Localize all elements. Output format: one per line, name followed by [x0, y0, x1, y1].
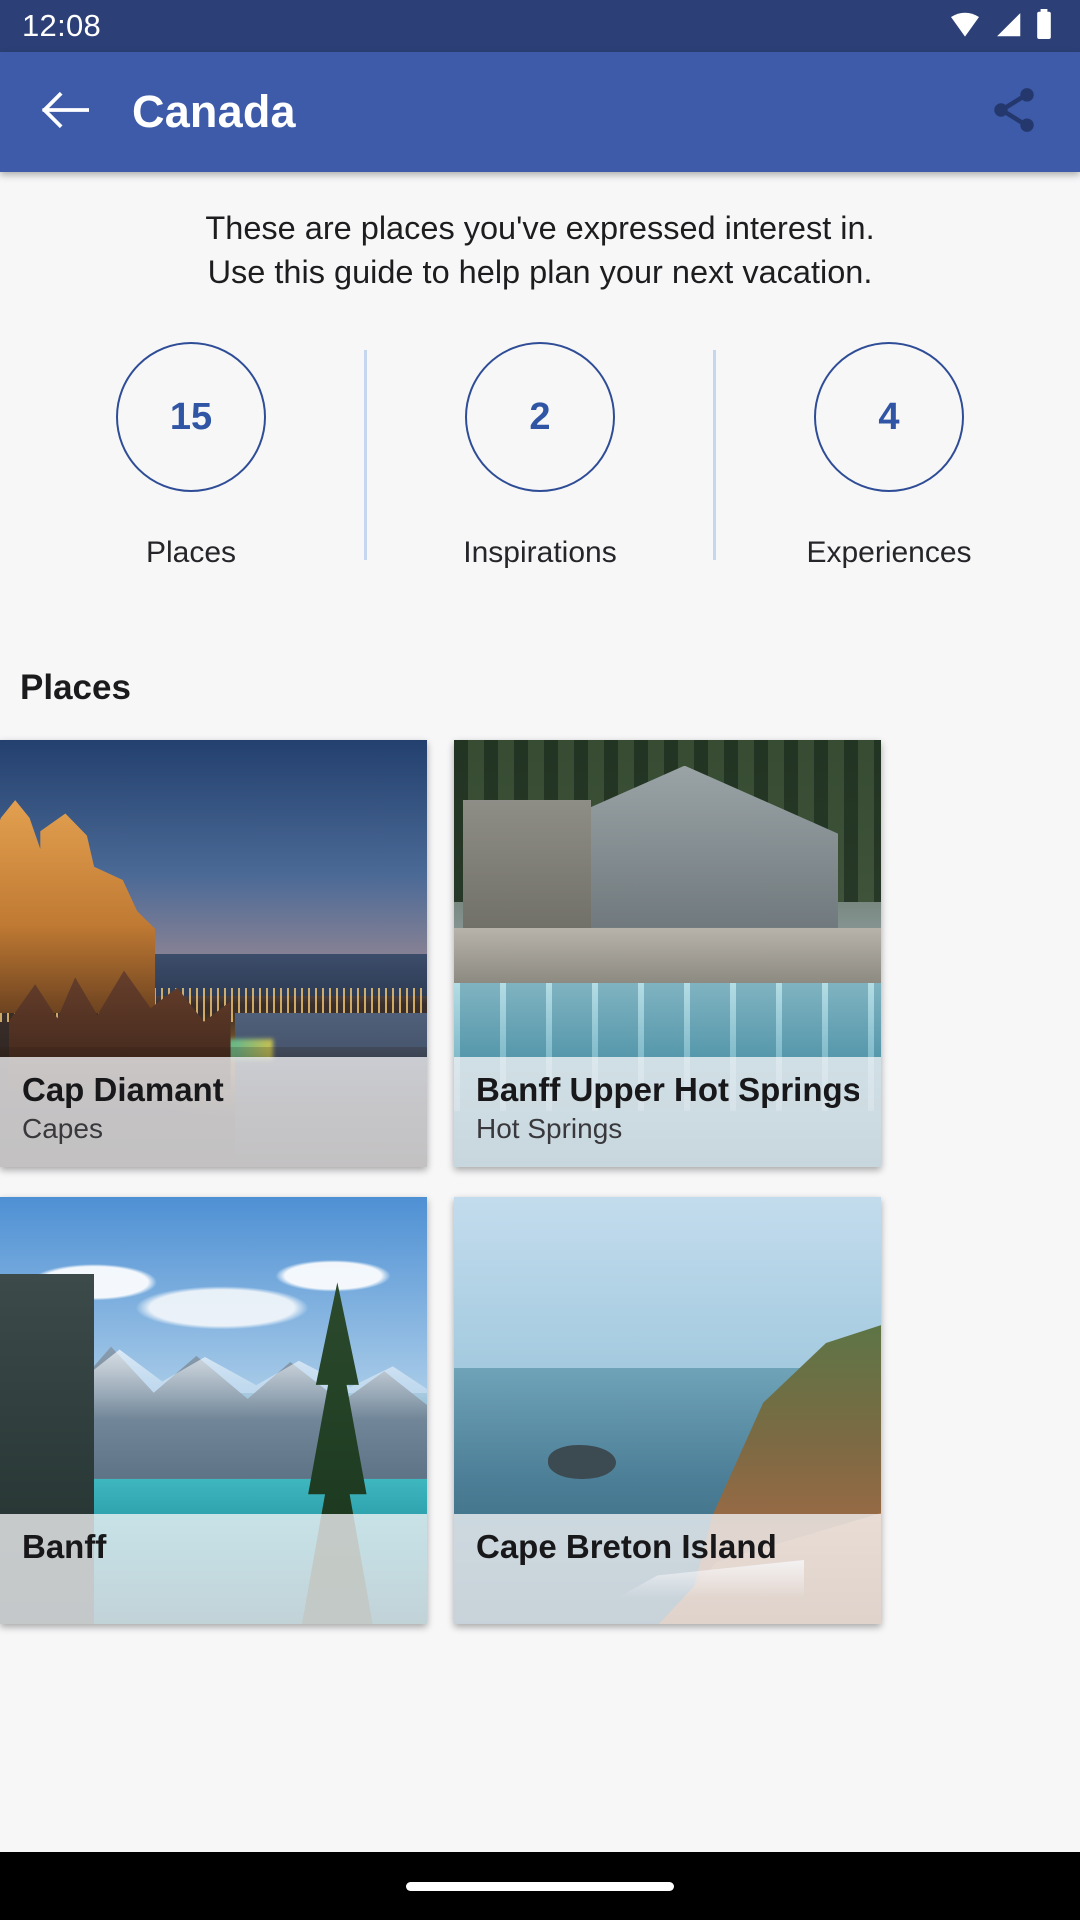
intro-line-1: These are places you've expressed intere… — [205, 210, 875, 246]
place-subtitle: Hot Springs — [476, 1113, 623, 1144]
places-grid: Cap Diamant Capes Banff Upper Hot Spring… — [0, 740, 1080, 1624]
stat-label: Experiences — [806, 536, 972, 569]
stat-circle: 4 — [814, 342, 964, 492]
place-caption: Banff Upper Hot Springs Hot Springs — [454, 1057, 881, 1167]
intro-text: These are places you've expressed intere… — [0, 172, 1080, 294]
stat-label: Inspirations — [463, 536, 617, 569]
place-card-cape-breton-island[interactable]: Cape Breton Island — [454, 1197, 881, 1624]
status-bar-icons — [948, 8, 1054, 44]
stat-places[interactable]: 15 Places — [18, 342, 364, 570]
place-title: Cape Breton Island — [476, 1528, 777, 1565]
stat-experiences[interactable]: 4 Experiences — [716, 342, 1062, 570]
place-caption: Banff — [0, 1514, 427, 1624]
stat-value: 4 — [878, 395, 900, 438]
share-button[interactable] — [982, 80, 1046, 144]
place-card-banff-upper-hot-springs[interactable]: Banff Upper Hot Springs Hot Springs — [454, 740, 881, 1167]
place-title: Cap Diamant — [22, 1071, 224, 1108]
place-card-cap-diamant[interactable]: Cap Diamant Capes — [0, 740, 427, 1167]
stat-circle: 2 — [465, 342, 615, 492]
place-card-banff[interactable]: Banff — [0, 1197, 427, 1624]
wifi-icon — [948, 10, 982, 43]
stat-label: Places — [145, 536, 237, 569]
scroll-content[interactable]: These are places you've expressed intere… — [0, 172, 1080, 1852]
cellular-signal-icon — [993, 10, 1023, 43]
page-title: Canada — [132, 86, 296, 137]
system-navigation-bar — [0, 1852, 1080, 1920]
home-gesture-pill[interactable] — [406, 1881, 674, 1891]
place-title: Banff Upper Hot Springs — [476, 1071, 859, 1108]
place-subtitle: Capes — [22, 1113, 103, 1144]
place-caption: Cap Diamant Capes — [0, 1057, 427, 1167]
app-bar: Canada — [0, 52, 1080, 172]
stat-circle: 15 — [116, 342, 266, 492]
back-arrow-icon — [41, 90, 90, 135]
stat-value: 15 — [169, 395, 213, 438]
battery-icon — [1034, 8, 1054, 44]
stats-row: 15 Places 2 Inspirations 4 Experiences — [0, 342, 1080, 570]
status-bar: 12:08 — [0, 0, 1080, 52]
stat-inspirations[interactable]: 2 Inspirations — [367, 342, 713, 570]
section-heading-places: Places — [20, 668, 131, 707]
place-title: Banff — [22, 1528, 107, 1565]
place-caption: Cape Breton Island — [454, 1514, 881, 1624]
status-bar-time: 12:08 — [22, 8, 102, 43]
intro-line-2: Use this guide to help plan your next va… — [207, 254, 873, 290]
back-button[interactable] — [34, 81, 96, 143]
share-icon — [988, 84, 1040, 141]
stat-value: 2 — [529, 395, 551, 438]
